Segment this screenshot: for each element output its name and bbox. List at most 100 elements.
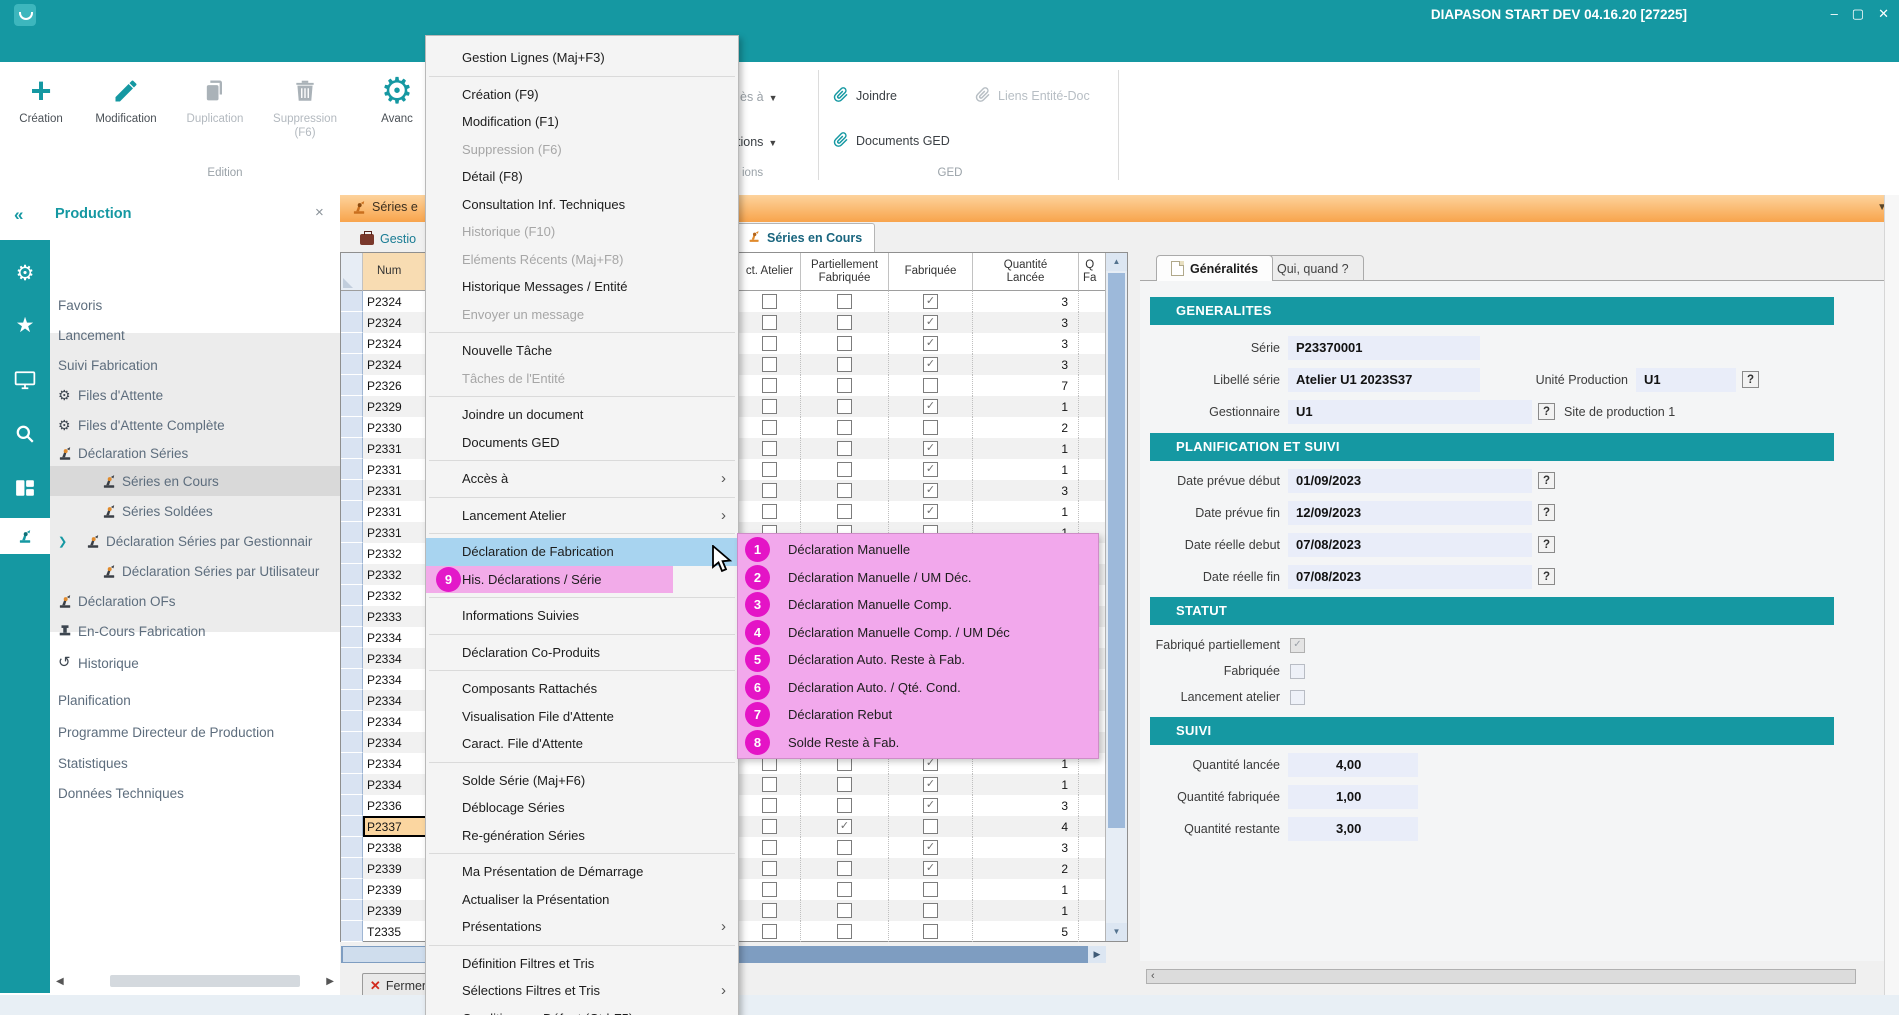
cr-ation-button[interactable]: +Création bbox=[6, 70, 76, 126]
cell-lancement-atelier[interactable] bbox=[739, 921, 801, 942]
checkbox[interactable]: ✓ bbox=[923, 861, 938, 876]
cell-partiellement-fabriquee[interactable] bbox=[801, 291, 889, 312]
cell-fabriquee[interactable] bbox=[889, 375, 973, 396]
row-selector[interactable] bbox=[341, 711, 363, 732]
checkbox[interactable] bbox=[837, 399, 852, 414]
quantite-lancee-field[interactable]: 4,00 bbox=[1288, 753, 1418, 777]
cell-fabriquee[interactable] bbox=[889, 879, 973, 900]
checkbox[interactable] bbox=[923, 420, 938, 435]
cell-quantite-lancee[interactable]: 3 bbox=[973, 354, 1079, 375]
cell-quantite-lancee[interactable]: 2 bbox=[973, 858, 1079, 879]
serie-field[interactable]: P23370001 bbox=[1288, 336, 1480, 360]
checkbox[interactable]: ✓ bbox=[923, 294, 938, 309]
sidebar-item-suivi-fabrication[interactable]: Suivi Fabrication bbox=[50, 350, 340, 380]
cell-quantite-lancee[interactable]: 1 bbox=[973, 501, 1079, 522]
checkbox[interactable]: ✓ bbox=[923, 504, 938, 519]
cell-quantite-lancee[interactable]: 1 bbox=[973, 774, 1079, 795]
libelle-serie-field[interactable]: Atelier U1 2023S37 bbox=[1288, 368, 1480, 392]
cell-lancement-atelier[interactable] bbox=[739, 354, 801, 375]
menu-item-visualisation-file-d-attente[interactable]: Visualisation File d'Attente bbox=[426, 703, 738, 731]
help-button[interactable]: ? bbox=[1538, 504, 1555, 521]
duplication-button[interactable]: Duplication bbox=[172, 70, 258, 126]
cell-partiellement-fabriquee[interactable] bbox=[801, 333, 889, 354]
checkbox[interactable]: ✓ bbox=[923, 798, 938, 813]
chevrons-left-icon[interactable]: « bbox=[14, 205, 23, 225]
checkbox[interactable] bbox=[837, 378, 852, 393]
submenu-item-d-claration-auto-reste-fab-[interactable]: 5Déclaration Auto. Reste à Fab. bbox=[738, 646, 1098, 674]
cell-fabriquee[interactable]: ✓ bbox=[889, 312, 973, 333]
close-icon[interactable]: ✕ bbox=[1878, 6, 1889, 22]
menu-item-el-ments-r-cents-maj-f8-[interactable]: Eléments Récents (Maj+F8) bbox=[426, 246, 738, 274]
row-selector[interactable] bbox=[341, 648, 363, 669]
documents-ged-button[interactable]: Documents GED bbox=[833, 131, 950, 150]
cell-partiellement-fabriquee[interactable] bbox=[801, 795, 889, 816]
cell-fabriquee[interactable]: ✓ bbox=[889, 501, 973, 522]
row-selector[interactable] bbox=[341, 522, 363, 543]
menu-item-ma-pr-sentation-de-d-marrage[interactable]: Ma Présentation de Démarrage bbox=[426, 858, 738, 886]
checkbox[interactable] bbox=[837, 882, 852, 897]
date-reelle-debut-field[interactable]: 07/08/2023 bbox=[1288, 533, 1532, 557]
cell-lancement-atelier[interactable] bbox=[739, 879, 801, 900]
row-selector[interactable] bbox=[341, 732, 363, 753]
checkbox[interactable] bbox=[837, 924, 852, 939]
suppression-f6--button[interactable]: Suppression (F6) bbox=[262, 70, 348, 140]
maximize-icon[interactable]: ▢ bbox=[1852, 6, 1864, 22]
menu-item-d-claration-de-fabrication[interactable]: Déclaration de Fabrication bbox=[426, 538, 738, 566]
checkbox[interactable] bbox=[762, 840, 777, 855]
checkbox[interactable] bbox=[837, 357, 852, 372]
table-vertical-scrollbar[interactable]: ▲ ▼ bbox=[1105, 253, 1127, 941]
row-selector[interactable] bbox=[341, 417, 363, 438]
checkbox[interactable] bbox=[837, 420, 852, 435]
robot-arm-icon[interactable] bbox=[0, 518, 50, 554]
cell-partiellement-fabriquee[interactable] bbox=[801, 501, 889, 522]
menu-item-d-finition-filtres-et-tris[interactable]: Définition Filtres et Tris bbox=[426, 950, 738, 978]
checkbox[interactable] bbox=[837, 840, 852, 855]
sidebar-item-programme-directeur-de-production[interactable]: Programme Directeur de Production bbox=[50, 717, 340, 747]
cell-fabriquee[interactable] bbox=[889, 921, 973, 942]
menu-item-informations-suivies[interactable]: Informations Suivies bbox=[426, 602, 738, 630]
scrollbar-thumb[interactable] bbox=[1108, 273, 1125, 828]
scroll-down-icon[interactable]: ▼ bbox=[1106, 923, 1127, 941]
cell-quantite-lancee[interactable]: 2 bbox=[973, 417, 1079, 438]
cell-lancement-atelier[interactable] bbox=[739, 375, 801, 396]
cell-quantite-lancee[interactable]: 1 bbox=[973, 879, 1079, 900]
star-icon[interactable]: ★ bbox=[0, 304, 50, 348]
cell-quantite-lancee[interactable]: 3 bbox=[973, 291, 1079, 312]
modification-button[interactable]: Modification bbox=[84, 70, 168, 126]
checkbox[interactable] bbox=[762, 882, 777, 897]
liens-entite-doc-button[interactable]: Liens Entité-Doc bbox=[975, 86, 1090, 105]
checkbox[interactable] bbox=[923, 819, 938, 834]
cell-lancement-atelier[interactable] bbox=[739, 858, 801, 879]
monitor-icon[interactable] bbox=[0, 358, 50, 402]
row-selector[interactable] bbox=[341, 585, 363, 606]
tab-gestion[interactable]: Gestio bbox=[348, 226, 428, 252]
cell-fabriquee[interactable] bbox=[889, 816, 973, 837]
checkbox[interactable]: ✓ bbox=[923, 357, 938, 372]
gestionnaire-field[interactable]: U1 bbox=[1288, 400, 1532, 424]
cell-quantite-lancee[interactable]: 1 bbox=[973, 396, 1079, 417]
sidebar-item-d-claration-s-ries-par-gestionnair[interactable]: ❯Déclaration Séries par Gestionnair bbox=[50, 526, 340, 556]
checkbox[interactable] bbox=[837, 294, 852, 309]
row-selector[interactable] bbox=[341, 501, 363, 522]
scroll-right-icon[interactable]: ▶ bbox=[1088, 946, 1106, 963]
checkbox[interactable]: ✓ bbox=[923, 840, 938, 855]
sidebar-item-files-d-attente[interactable]: ⚙Files d'Attente bbox=[50, 380, 340, 410]
cell-lancement-atelier[interactable] bbox=[739, 816, 801, 837]
cell-partiellement-fabriquee[interactable] bbox=[801, 396, 889, 417]
cell-partiellement-fabriquee[interactable] bbox=[801, 459, 889, 480]
row-selector[interactable] bbox=[341, 900, 363, 921]
checkbox[interactable]: ✓ bbox=[837, 819, 852, 834]
checkbox[interactable] bbox=[762, 819, 777, 834]
tab-series-en-cours[interactable]: Séries en Cours bbox=[735, 223, 875, 252]
cell-quantite-lancee[interactable]: 3 bbox=[973, 837, 1079, 858]
close-icon[interactable]: × bbox=[315, 204, 324, 221]
select-all-triangle-icon[interactable] bbox=[343, 278, 353, 288]
row-selector[interactable] bbox=[341, 837, 363, 858]
checkbox[interactable] bbox=[837, 483, 852, 498]
cell-lancement-atelier[interactable] bbox=[739, 396, 801, 417]
cell-partiellement-fabriquee[interactable] bbox=[801, 312, 889, 333]
minimize-icon[interactable]: – bbox=[1831, 6, 1838, 22]
cell-quantite-lancee[interactable]: 3 bbox=[973, 480, 1079, 501]
checkbox[interactable] bbox=[762, 924, 777, 939]
cell-fabriquee[interactable]: ✓ bbox=[889, 354, 973, 375]
